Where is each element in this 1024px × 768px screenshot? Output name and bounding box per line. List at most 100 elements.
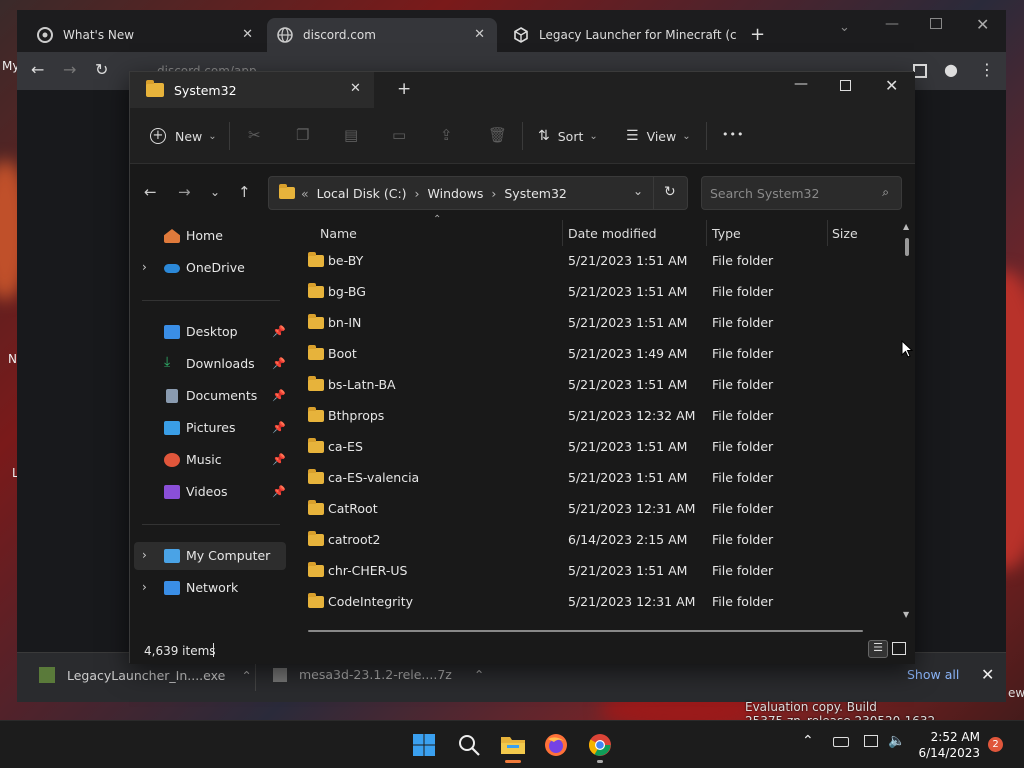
file-row[interactable]: Bthprops 5/21/2023 12:32 AM File folder xyxy=(300,401,900,432)
file-row[interactable]: CatRoot 5/21/2023 12:31 AM File folder xyxy=(300,494,900,525)
download-item[interactable]: mesa3d-23.1.2-rele....7z ⌃ xyxy=(273,667,484,682)
address-bar[interactable]: « Local Disk (C:) › Windows › System32 ⌄… xyxy=(268,176,688,210)
file-row[interactable]: CodeIntegrity 5/21/2023 12:31 AM File fold… xyxy=(300,587,900,618)
file-row[interactable]: be-BY 5/21/2023 1:51 AM File folder xyxy=(300,246,900,277)
sidebar-item-pictures[interactable]: Pictures 📌 xyxy=(130,414,288,442)
up-arrow-icon[interactable]: ↑ xyxy=(238,183,251,201)
recent-locations-chevron-icon[interactable]: ⌄ xyxy=(210,185,220,199)
sidebar-item-my-computer[interactable]: › My Computer xyxy=(134,542,286,570)
chrome-tab-discord[interactable]: discord.com ✕ xyxy=(267,18,497,52)
back-arrow-icon[interactable]: ← xyxy=(144,183,157,201)
rename-icon[interactable]: ▭ xyxy=(392,126,406,144)
large-icons-view-icon[interactable] xyxy=(892,642,906,655)
file-row[interactable]: bs-Latn-BA 5/21/2023 1:51 AM File folder xyxy=(300,370,900,401)
new-button[interactable]: + New ⌄ xyxy=(150,128,217,144)
explorer-tab-system32[interactable]: System32 ✕ xyxy=(130,72,374,108)
minimize-icon[interactable]: — xyxy=(885,16,899,32)
breadcrumb-windows[interactable]: Windows xyxy=(428,186,484,201)
share-icon[interactable]: ⇪ xyxy=(440,126,453,144)
start-button[interactable] xyxy=(412,733,436,757)
show-all-downloads-link[interactable]: Show all xyxy=(907,667,959,682)
sidebar-item-music[interactable]: Music 📌 xyxy=(130,446,288,474)
forward-arrow-icon[interactable]: → xyxy=(63,60,76,79)
scrollbar-thumb[interactable] xyxy=(905,238,909,256)
network-disconnected-icon[interactable] xyxy=(833,737,849,747)
breadcrumb-system32[interactable]: System32 xyxy=(504,186,567,201)
close-window-icon[interactable]: ✕ xyxy=(885,76,898,95)
delete-icon[interactable]: 🗑 xyxy=(488,126,507,144)
chevron-right-icon[interactable]: › xyxy=(415,186,420,201)
maximize-icon[interactable] xyxy=(840,80,851,91)
sidebar-item-onedrive[interactable]: › OneDrive xyxy=(130,254,288,282)
search-button[interactable] xyxy=(457,733,481,757)
file-row[interactable]: catroot2 6/14/2023 2:15 AM File folder xyxy=(300,525,900,556)
download-item[interactable]: LegacyLauncher_In....exe ⌃ xyxy=(39,667,252,683)
scroll-down-arrow-icon[interactable]: ▼ xyxy=(903,610,909,619)
sidebar-item-documents[interactable]: Documents 📌 xyxy=(130,382,288,410)
file-row[interactable]: chr-CHER-US 5/21/2023 1:51 AM File folder xyxy=(300,556,900,587)
sidebar-item-home[interactable]: Home xyxy=(130,222,288,250)
expand-chevron-icon[interactable]: › xyxy=(142,580,147,594)
refresh-icon[interactable]: ↻ xyxy=(664,184,676,200)
close-download-bar-icon[interactable]: ✕ xyxy=(981,665,994,684)
side-panel-icon[interactable] xyxy=(913,64,927,78)
display-icon[interactable] xyxy=(864,735,878,747)
tray-overflow-chevron-icon[interactable]: ⌃ xyxy=(802,733,814,749)
search-box[interactable]: Search System32 ⌕ xyxy=(701,176,902,210)
file-row[interactable]: bg-BG 5/21/2023 1:51 AM File folder xyxy=(300,277,900,308)
close-tab-icon[interactable]: ✕ xyxy=(242,27,253,42)
horizontal-scrollbar[interactable] xyxy=(308,630,863,632)
sidebar-item-downloads[interactable]: ⤓ Downloads 📌 xyxy=(130,350,288,378)
chrome-taskbar-button[interactable] xyxy=(588,733,612,763)
chevron-up-icon[interactable]: ⌃ xyxy=(474,667,484,682)
copy-icon[interactable]: ❐ xyxy=(296,126,309,144)
vertical-scrollbar[interactable]: ▲ ▼ xyxy=(903,222,911,620)
sort-button[interactable]: ⇅ Sort ⌄ xyxy=(538,128,598,144)
expand-chevron-icon[interactable]: › xyxy=(142,260,147,274)
breadcrumb-local-disk[interactable]: Local Disk (C:) xyxy=(317,186,407,201)
sidebar-item-desktop[interactable]: Desktop 📌 xyxy=(130,318,288,346)
sidebar-item-videos[interactable]: Videos 📌 xyxy=(130,478,288,506)
more-options-button[interactable]: ••• xyxy=(722,128,744,141)
forward-arrow-icon[interactable]: → xyxy=(178,183,191,201)
column-header-type[interactable]: Type xyxy=(712,226,741,241)
file-row[interactable]: ca-ES-valencia 5/21/2023 1:51 AM File fold… xyxy=(300,463,900,494)
close-window-icon[interactable]: ✕ xyxy=(976,15,989,34)
reload-icon[interactable]: ↻ xyxy=(95,60,108,79)
file-row[interactable]: Boot 5/21/2023 1:49 AM File folder xyxy=(300,339,900,370)
chrome-tab-whats-new[interactable]: What's New ✕ xyxy=(27,18,265,52)
notification-badge[interactable]: 2 xyxy=(988,737,1003,752)
chrome-tab-legacy-launcher[interactable]: Legacy Launcher for Minecraft (c xyxy=(503,18,743,52)
file-row[interactable]: ca-ES 5/21/2023 1:51 AM File folder xyxy=(300,432,900,463)
menu-dots-icon[interactable]: ⋮ xyxy=(979,60,995,79)
minimize-icon[interactable]: — xyxy=(794,76,808,92)
details-view-icon[interactable]: ☰ xyxy=(868,640,888,658)
chevron-up-icon[interactable]: ⌃ xyxy=(241,668,251,683)
view-button[interactable]: ☰ View ⌄ xyxy=(626,128,691,144)
clock[interactable]: 2:52 AM 6/14/2023 xyxy=(910,729,980,761)
search-icon[interactable]: ⌕ xyxy=(882,185,889,200)
file-explorer-taskbar-button[interactable] xyxy=(500,733,526,763)
column-header-size[interactable]: Size xyxy=(832,226,858,241)
close-tab-icon[interactable]: ✕ xyxy=(350,81,361,96)
address-history-chevron-icon[interactable]: ⌄ xyxy=(633,184,643,198)
breadcrumb-overflow[interactable]: « xyxy=(301,186,309,201)
volume-icon[interactable]: 🔈 xyxy=(888,733,905,749)
back-arrow-icon[interactable]: ← xyxy=(31,60,44,79)
chevron-right-icon[interactable]: › xyxy=(491,186,496,201)
sidebar-item-network[interactable]: › Network xyxy=(130,574,288,602)
column-header-name[interactable]: Name xyxy=(320,226,357,241)
maximize-icon[interactable] xyxy=(930,18,942,29)
expand-chevron-icon[interactable]: › xyxy=(142,548,147,562)
cut-icon[interactable]: ✂ xyxy=(248,126,261,144)
close-tab-icon[interactable]: ✕ xyxy=(474,27,485,42)
tab-search-icon[interactable]: ⌄ xyxy=(839,20,850,35)
column-header-date[interactable]: Date modified xyxy=(568,226,657,241)
scroll-up-arrow-icon[interactable]: ▲ xyxy=(903,222,909,231)
new-tab-button[interactable]: + xyxy=(397,79,411,99)
file-row[interactable]: bn-IN 5/21/2023 1:51 AM File folder xyxy=(300,308,900,339)
firefox-taskbar-button[interactable] xyxy=(544,733,568,757)
paste-icon[interactable]: ▤ xyxy=(344,126,358,144)
new-tab-button[interactable]: + xyxy=(750,24,765,45)
profile-icon[interactable]: ● xyxy=(944,60,958,79)
